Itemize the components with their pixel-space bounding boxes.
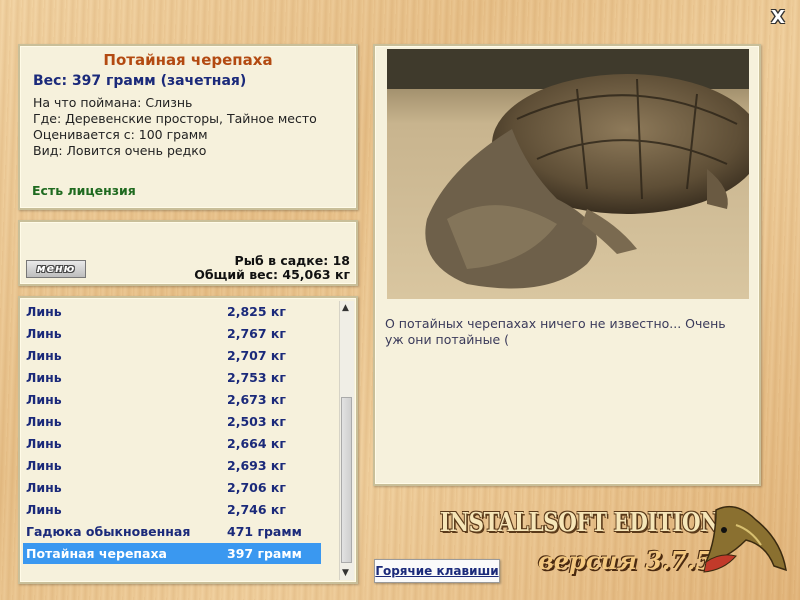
pike-logo-icon [703, 505, 787, 573]
scroll-up-icon[interactable]: ▲ [342, 303, 349, 313]
menu-button[interactable]: меню [26, 260, 86, 278]
net-summary-panel: меню Рыб в садке: 18 Общий вес: 45,063 к… [18, 220, 358, 286]
fish-photo-panel: О потайных черепахах ничего не известно.… [373, 44, 761, 486]
fish-weight-value: 2,664 кг [227, 436, 286, 451]
list-item[interactable]: Линь 2,746 кг [23, 499, 321, 520]
hotkeys-button[interactable]: Горячие клавиши [374, 559, 500, 583]
fish-weight-value: 2,503 кг [227, 414, 286, 429]
fish-weight-value: 397 грамм [227, 546, 302, 561]
fish-info-panel: Потайная черепаха Вес: 397 грамм (зачетн… [18, 44, 358, 210]
fish-weight-value: 471 грамм [227, 524, 302, 539]
list-item[interactable]: Гадюка обыкновенная 471 грамм [23, 521, 321, 542]
list-item[interactable]: Линь 2,693 кг [23, 455, 321, 476]
fish-weight-value: 2,746 кг [227, 502, 286, 517]
fish-weight-value: 2,693 кг [227, 458, 286, 473]
fish-name: Линь [26, 348, 62, 363]
list-item[interactable]: Линь 2,673 кг [23, 389, 321, 410]
list-item[interactable]: Линь 2,503 кг [23, 411, 321, 432]
scroll-thumb[interactable] [341, 397, 352, 563]
fish-weight-value: 2,707 кг [227, 348, 286, 363]
license-status: Есть лицензия [32, 183, 136, 198]
fish-name: Линь [26, 414, 62, 429]
catch-location: Где: Деревенские просторы, Тайное место [33, 111, 317, 126]
scroll-down-icon[interactable]: ▼ [342, 568, 349, 578]
fish-rarity: Вид: Ловится очень редко [33, 143, 207, 158]
fish-weight-value: 2,706 кг [227, 480, 286, 495]
fish-description: О потайных черепахах ничего не известно.… [385, 316, 726, 347]
version-label: версия 3.7.5 [538, 546, 713, 575]
list-item[interactable]: Линь 2,707 кг [23, 345, 321, 366]
catch-list-panel: Линь 2,825 кг Линь 2,767 кг Линь 2,707 кг Линь… [18, 296, 358, 584]
brand-edition: INSTALLSOFT EDITION [440, 508, 720, 538]
caught-on: На что поймана: Слизнь [33, 95, 193, 110]
scrollbar[interactable]: ▲ ▼ [339, 301, 354, 580]
fish-name: Линь [26, 502, 62, 517]
fish-name: Линь [26, 304, 62, 319]
list-item[interactable]: Линь 2,825 кг [23, 301, 321, 322]
list-item[interactable]: Потайная черепаха 397 грамм [23, 543, 321, 564]
fish-name: Линь [26, 480, 62, 495]
fish-name: Линь [26, 392, 62, 407]
fish-weight-value: 2,673 кг [227, 392, 286, 407]
fish-photo [387, 49, 749, 299]
fish-title: Потайная черепаха [103, 51, 273, 69]
list-item[interactable]: Линь 2,664 кг [23, 433, 321, 454]
list-item[interactable]: Линь 2,753 кг [23, 367, 321, 388]
fish-name: Линь [26, 326, 62, 341]
close-icon[interactable]: X [771, 7, 785, 28]
fish-name: Линь [26, 458, 62, 473]
fish-name: Потайная черепаха [26, 546, 167, 561]
fish-weight-value: 2,767 кг [227, 326, 286, 341]
fish-in-net: Рыб в садке: 18 [234, 253, 350, 268]
list-item[interactable]: Линь 2,706 кг [23, 477, 321, 498]
fish-name: Линь [26, 436, 62, 451]
total-weight: Общий вес: 45,063 кг [194, 267, 350, 282]
list-item[interactable]: Линь 2,767 кг [23, 323, 321, 344]
fish-weight: Вес: 397 грамм (зачетная) [33, 73, 247, 89]
valued-from: Оценивается с: 100 грамм [33, 127, 208, 142]
fish-weight-value: 2,825 кг [227, 304, 286, 319]
fish-name: Линь [26, 370, 62, 385]
fish-name: Гадюка обыкновенная [26, 524, 191, 539]
fish-weight-value: 2,753 кг [227, 370, 286, 385]
